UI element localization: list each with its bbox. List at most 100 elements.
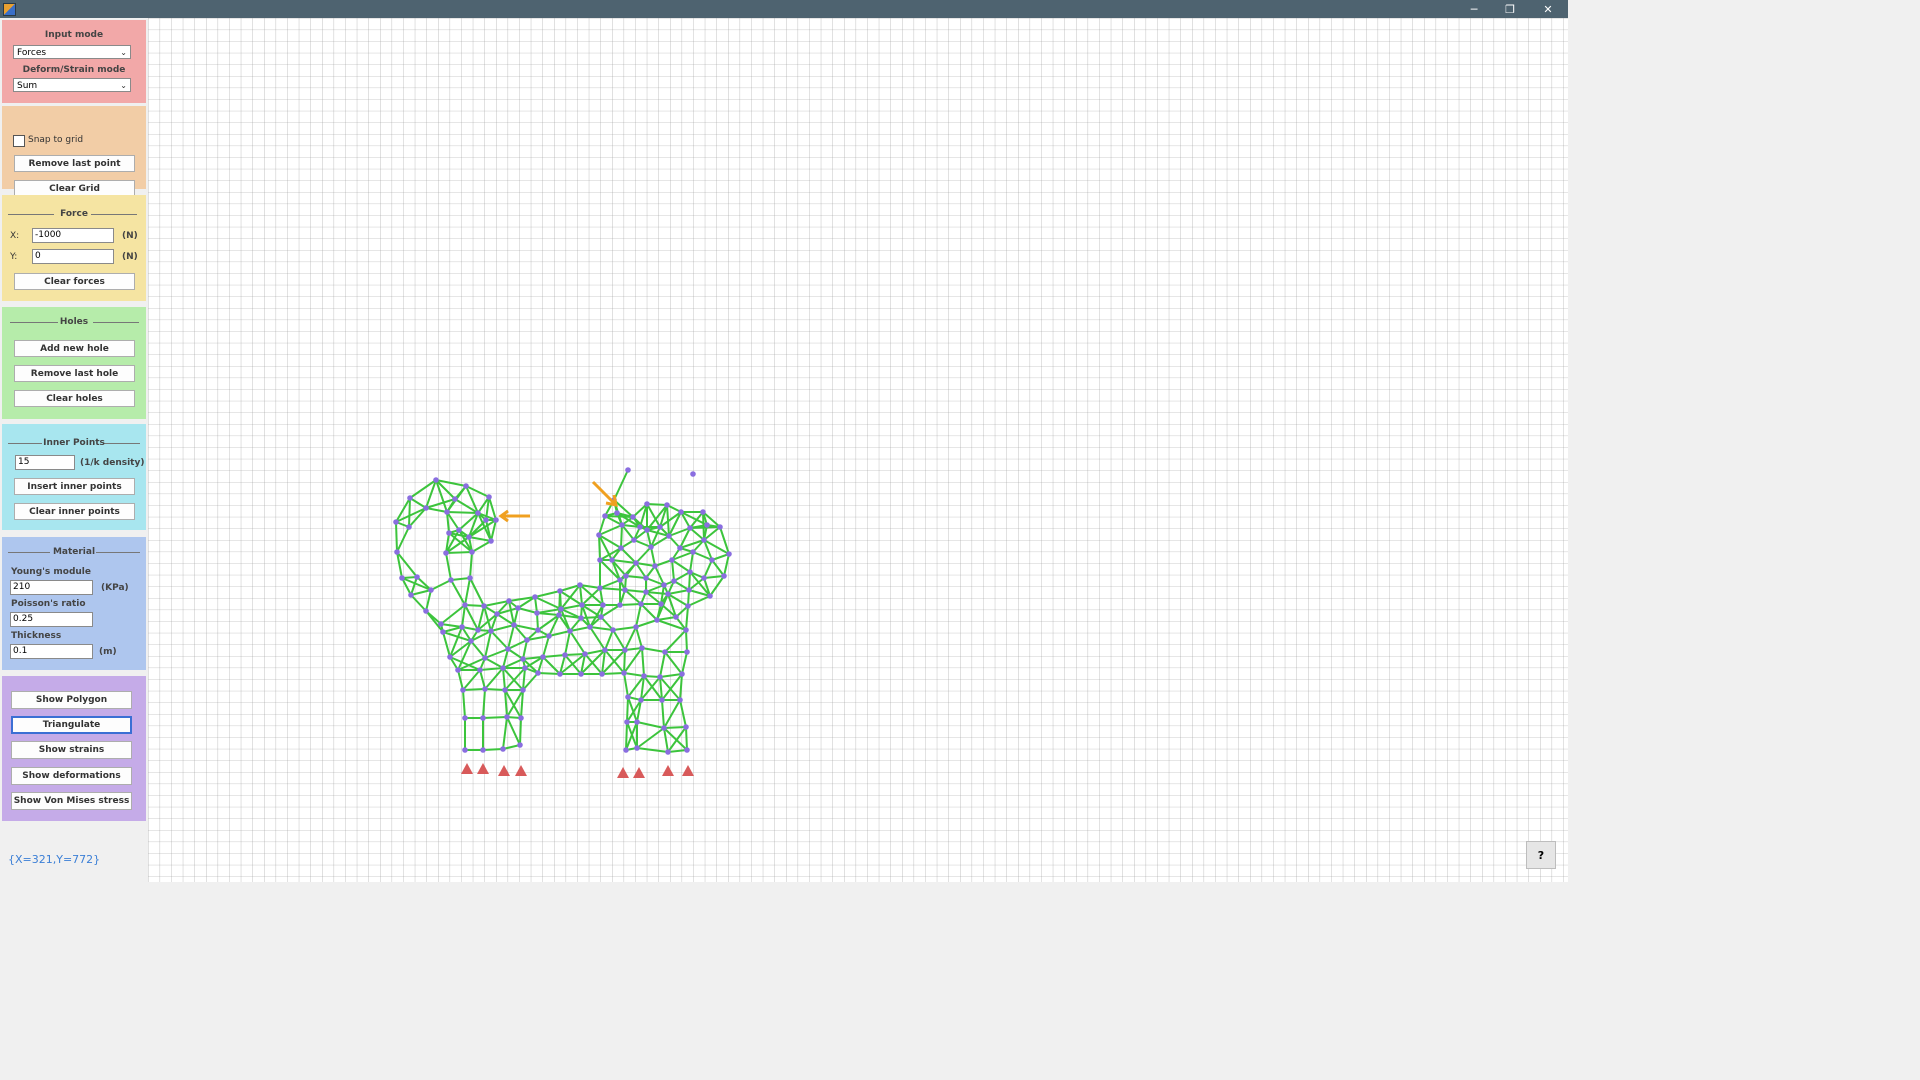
chevron-down-icon: ⌄ — [120, 48, 127, 57]
show-polygon-button[interactable]: Show Polygon — [11, 691, 132, 709]
mesh-node — [633, 624, 639, 630]
mesh-node — [598, 614, 604, 620]
mesh-node — [428, 587, 434, 593]
mesh-edge — [663, 726, 687, 729]
clear-holes-button[interactable]: Clear holes — [14, 390, 135, 407]
density-unit: (1/k density) — [80, 458, 145, 468]
mesh-node — [520, 656, 526, 662]
mesh-node — [587, 624, 593, 630]
mesh-node — [701, 575, 707, 581]
mesh-node — [602, 513, 608, 519]
mesh-node — [662, 649, 668, 655]
show-strains-button[interactable]: Show strains — [11, 741, 132, 759]
mesh-node — [459, 624, 465, 630]
triangulate-button[interactable]: Triangulate — [11, 716, 132, 734]
thickness-label: Thickness — [11, 631, 62, 641]
mesh-node — [488, 538, 494, 544]
mesh-node — [659, 697, 665, 703]
material-panel: Material Young's module 210 (KPa) Poisso… — [2, 537, 146, 670]
clear-forces-button[interactable]: Clear forces — [14, 273, 135, 290]
deform-mode-select[interactable]: Sum ⌄ — [13, 78, 131, 92]
mesh-node — [505, 646, 511, 652]
show-von-mises-button[interactable]: Show Von Mises stress — [11, 792, 132, 810]
youngs-unit: (KPa) — [101, 583, 129, 593]
show-deformations-button[interactable]: Show deformations — [11, 767, 132, 785]
mesh-node — [661, 725, 667, 731]
mesh-node — [481, 603, 487, 609]
mesh-edge — [395, 521, 398, 553]
mesh-node — [618, 545, 624, 551]
mesh-node — [500, 665, 506, 671]
mesh-node — [546, 633, 552, 639]
youngs-input[interactable]: 210 — [10, 580, 93, 595]
grid-panel: Snap to grid Remove last point Clear Gri… — [2, 106, 146, 197]
mesh-node — [683, 627, 689, 633]
mesh-edge — [619, 603, 642, 606]
mesh-node — [444, 509, 450, 515]
mesh-node — [518, 715, 524, 721]
input-mode-label: Input mode — [44, 30, 104, 40]
remove-last-point-button[interactable]: Remove last point — [14, 155, 135, 172]
mesh-node — [600, 602, 606, 608]
mesh-node — [638, 601, 644, 607]
mesh-node — [643, 575, 649, 581]
mesh-node — [625, 467, 631, 473]
mesh-node — [456, 527, 462, 533]
material-title: Material — [52, 547, 96, 557]
mesh-node — [664, 502, 670, 508]
mesh-node — [488, 628, 494, 634]
mesh-node — [480, 715, 486, 721]
minimize-button[interactable]: ─ — [1456, 0, 1492, 18]
mesh-node — [557, 588, 563, 594]
remove-last-hole-button[interactable]: Remove last hole — [14, 365, 135, 382]
mesh-node — [502, 687, 508, 693]
snap-to-grid-checkbox[interactable] — [13, 135, 25, 147]
clear-inner-points-button[interactable]: Clear inner points — [14, 503, 135, 520]
mesh-node — [657, 674, 663, 680]
drawing-canvas[interactable] — [148, 18, 1568, 882]
force-y-input[interactable]: 0 — [32, 249, 114, 264]
mesh-node — [700, 509, 706, 515]
mesh-node — [634, 719, 640, 725]
mesh-node — [556, 612, 562, 618]
mesh-node — [687, 569, 693, 575]
thickness-input[interactable]: 0.1 — [10, 644, 93, 659]
mesh-edge — [446, 511, 479, 514]
mesh-node — [438, 621, 444, 627]
mesh-node — [684, 649, 690, 655]
help-button[interactable]: ? — [1526, 841, 1556, 869]
mesh-node — [726, 551, 732, 557]
mesh-node — [562, 652, 568, 658]
mesh-node — [619, 522, 625, 528]
mesh-node — [669, 557, 675, 563]
mesh-node — [634, 745, 640, 751]
mesh-edge — [408, 497, 411, 528]
mesh-node — [443, 550, 449, 556]
poisson-input[interactable]: 0.25 — [10, 612, 93, 627]
mesh-node — [707, 593, 713, 599]
mesh-node — [652, 563, 658, 569]
mesh-node — [623, 573, 629, 579]
mesh-node — [399, 575, 405, 581]
deform-mode-label: Deform/Strain mode — [22, 65, 126, 75]
mesh-node — [579, 602, 585, 608]
mesh-node — [599, 671, 605, 677]
mesh-node — [469, 549, 475, 555]
force-x-input[interactable]: -1000 — [32, 228, 114, 243]
add-new-hole-button[interactable]: Add new hole — [14, 340, 135, 357]
mesh-node — [622, 587, 628, 593]
mesh-node — [614, 510, 620, 516]
density-input[interactable]: 15 — [15, 455, 75, 470]
canvas-svg[interactable] — [148, 18, 1568, 882]
input-mode-select[interactable]: Forces ⌄ — [13, 45, 131, 59]
maximize-button[interactable]: ❐ — [1492, 0, 1528, 18]
insert-inner-points-button[interactable]: Insert inner points — [14, 478, 135, 495]
close-button[interactable]: ✕ — [1530, 0, 1566, 18]
mesh-node — [648, 544, 654, 550]
force-x-unit: (N) — [122, 231, 138, 241]
mesh-node — [687, 525, 693, 531]
mesh-node — [414, 574, 420, 580]
mesh-node — [610, 627, 616, 633]
title-bar: ─ ❐ ✕ — [0, 0, 1568, 18]
mesh-node — [617, 602, 623, 608]
